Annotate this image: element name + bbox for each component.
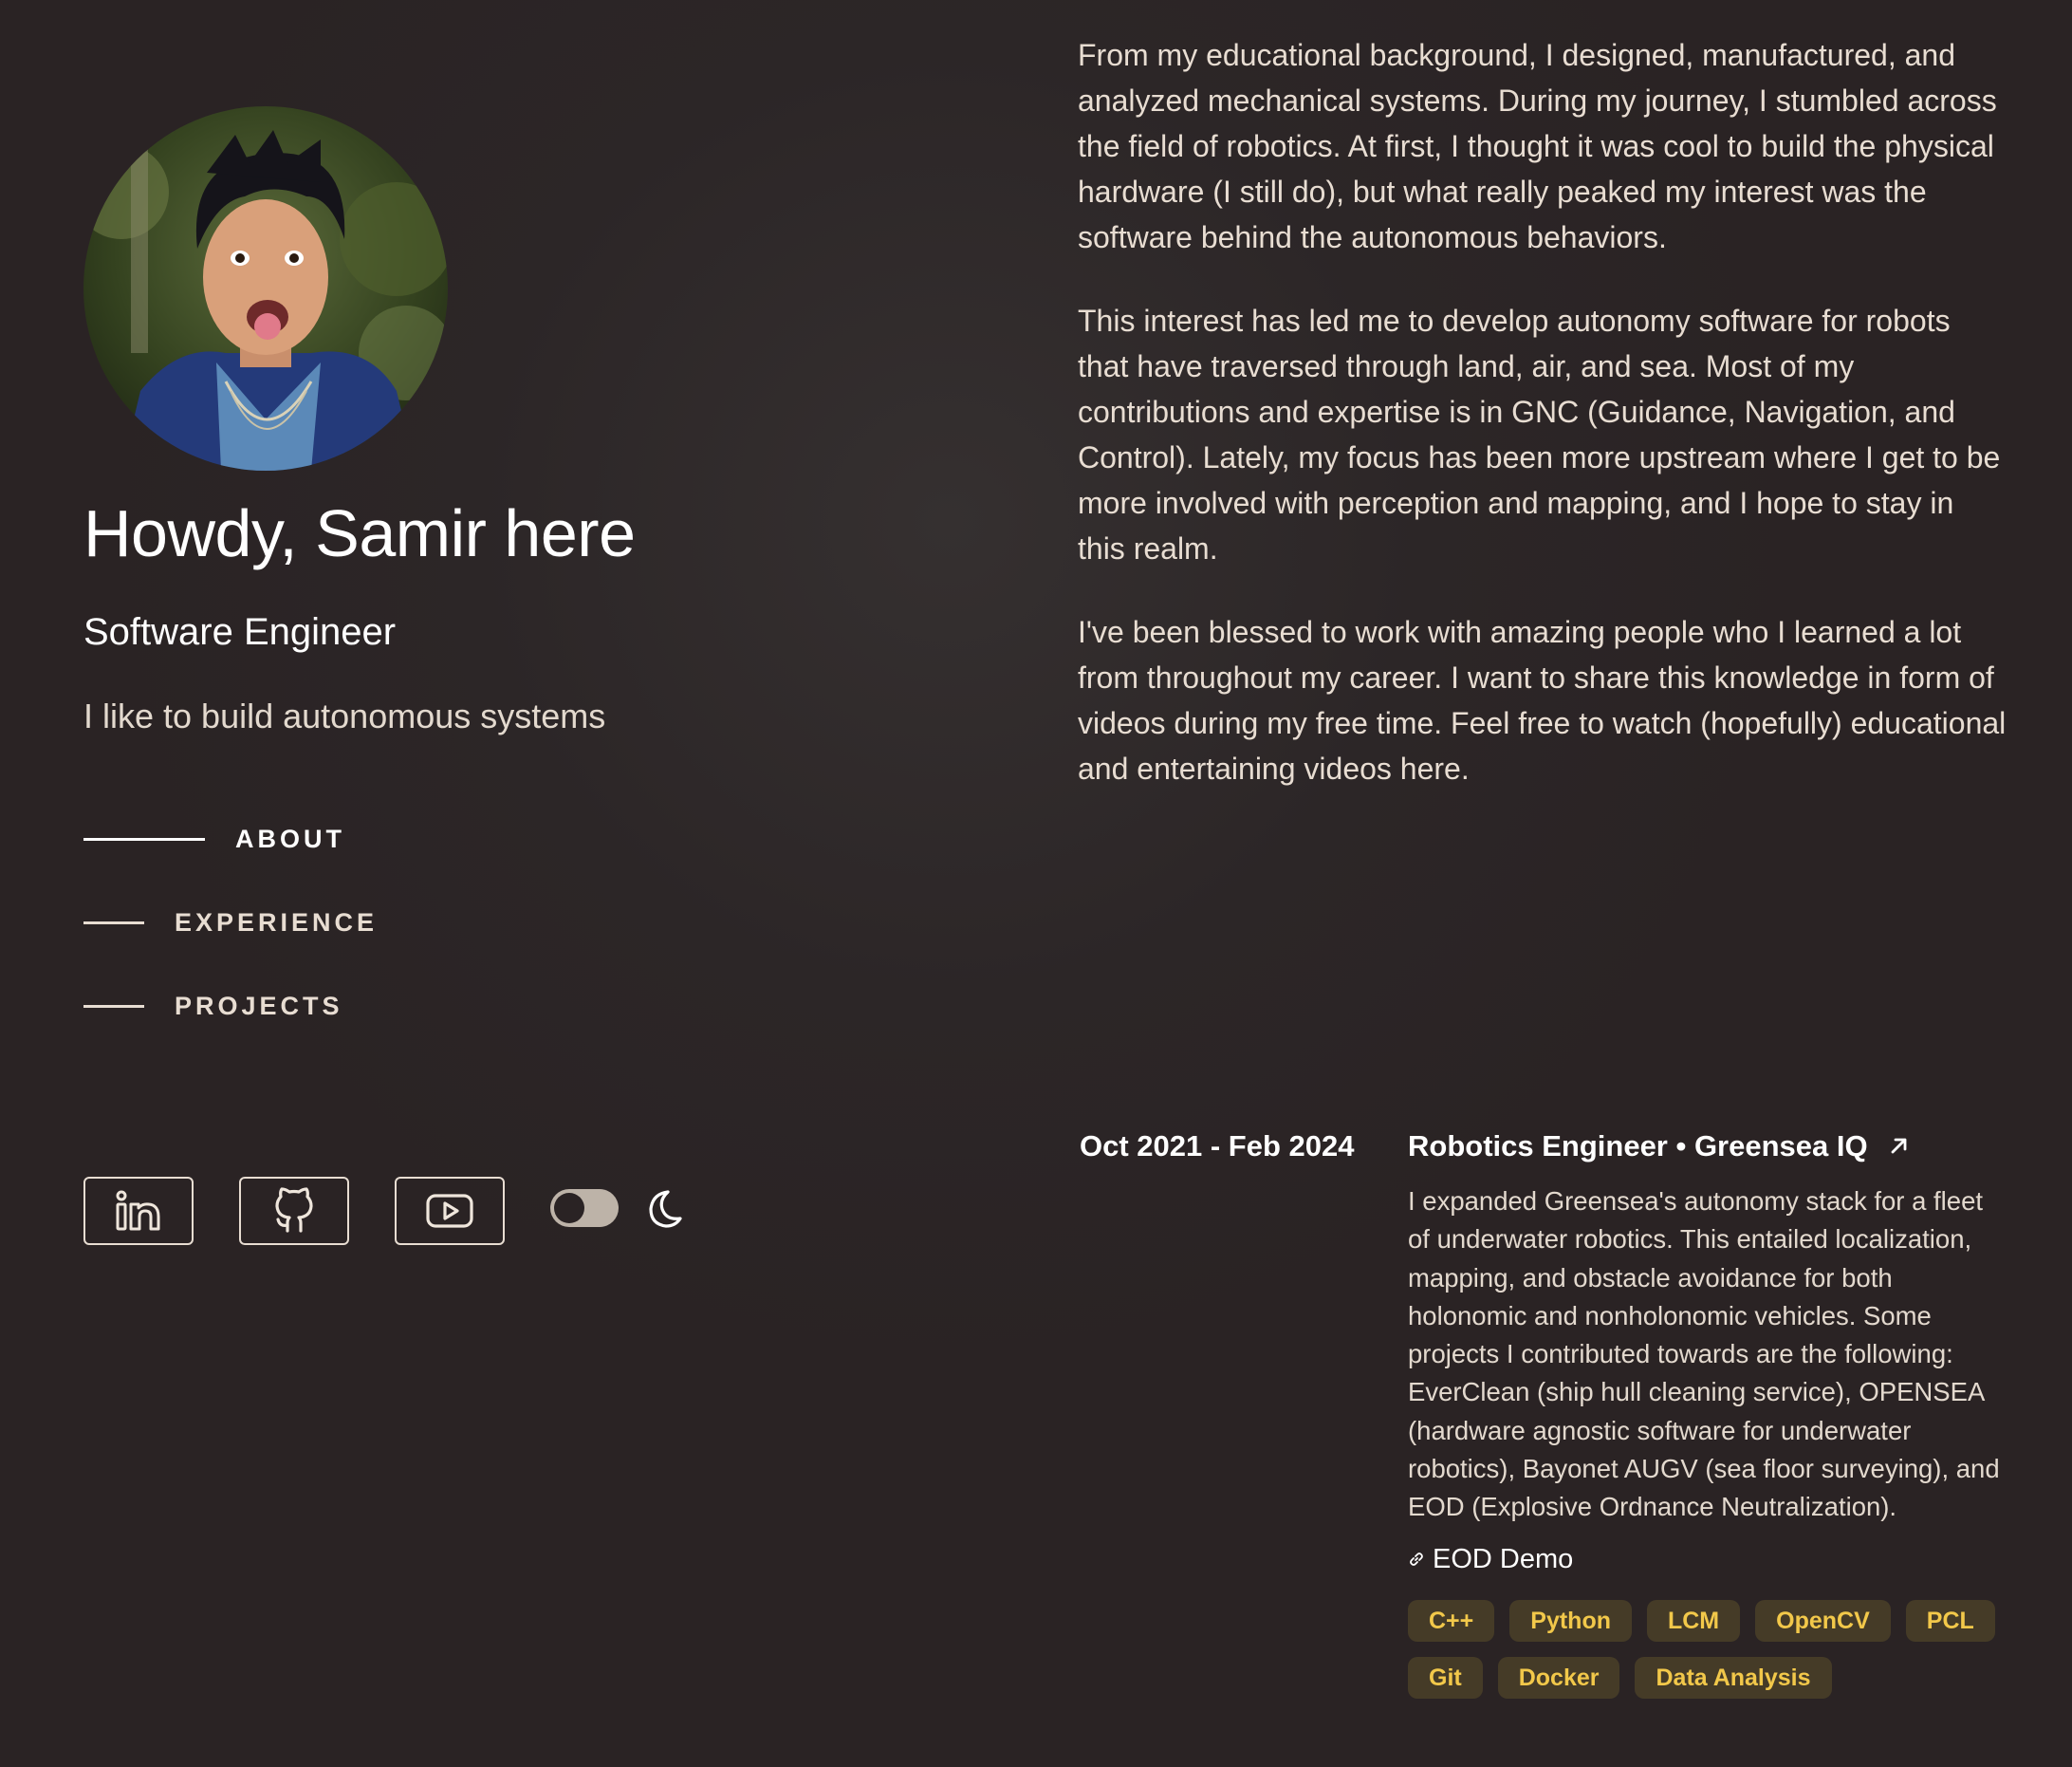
about-paragraph: From my educational background, I design… bbox=[1078, 38, 1997, 254]
github-button[interactable] bbox=[239, 1177, 349, 1245]
experience-date: Oct 2021 - Feb 2024 bbox=[1080, 1129, 1355, 1162]
avatar-photo bbox=[83, 106, 448, 471]
github-icon bbox=[275, 1187, 313, 1233]
linkedin-icon bbox=[116, 1190, 160, 1231]
nav-item-label: EXPERIENCE bbox=[175, 907, 379, 937]
eod-demo-link[interactable]: EOD Demo bbox=[1408, 1544, 2007, 1575]
about-paragraph: This interest has led me to develop auto… bbox=[1078, 304, 2001, 566]
experience-description: I expanded Greensea's autonomy stack for… bbox=[1408, 1186, 2000, 1522]
tag: Data Analysis bbox=[1635, 1656, 1832, 1699]
nav-indicator-line bbox=[83, 837, 205, 841]
experience-card[interactable]: Robotics Engineer • Greensea IQ I expand… bbox=[1408, 1129, 2007, 1714]
nav-indicator-line bbox=[83, 921, 144, 924]
nav-item-about[interactable]: ABOUT bbox=[83, 818, 345, 860]
tag: OpenCV bbox=[1755, 1599, 1891, 1642]
job-title: Software Engineer bbox=[83, 611, 397, 653]
tagline: I like to build autonomous systems bbox=[83, 697, 606, 735]
nav-item-projects[interactable]: PROJECTS bbox=[83, 985, 343, 1027]
theme-toggle[interactable] bbox=[550, 1189, 619, 1227]
linkedin-button[interactable] bbox=[83, 1177, 194, 1245]
nav-item-label: ABOUT bbox=[235, 824, 345, 853]
nav-indicator-line bbox=[83, 1004, 144, 1008]
tag: Docker bbox=[1497, 1656, 1620, 1699]
avatar bbox=[83, 106, 448, 471]
link-label: EOD Demo bbox=[1433, 1543, 1574, 1574]
experience-title: Robotics Engineer • Greensea IQ bbox=[1408, 1129, 1868, 1162]
youtube-button[interactable] bbox=[395, 1177, 505, 1245]
moon-icon bbox=[641, 1188, 683, 1235]
tag: Python bbox=[1509, 1599, 1632, 1642]
tag: LCM bbox=[1646, 1599, 1741, 1642]
toggle-knob bbox=[554, 1193, 584, 1223]
tag: C++ bbox=[1408, 1599, 1495, 1642]
external-link-arrow-icon bbox=[1889, 1129, 1910, 1163]
nav-item-label: PROJECTS bbox=[175, 991, 343, 1020]
experience-title-link[interactable]: Robotics Engineer • Greensea IQ bbox=[1408, 1129, 2007, 1163]
page-title: Howdy, Samir here bbox=[83, 496, 636, 570]
chain-link-icon bbox=[1408, 1544, 1425, 1575]
tag: Git bbox=[1408, 1656, 1483, 1699]
about-paragraph: I've been blessed to work with amazing p… bbox=[1078, 615, 2007, 786]
tech-tags: C++ Python LCM OpenCV PCL Git Docker Dat… bbox=[1408, 1599, 2015, 1714]
tag: PCL bbox=[1905, 1599, 1995, 1642]
youtube-icon bbox=[426, 1194, 473, 1228]
nav-item-experience[interactable]: EXPERIENCE bbox=[83, 902, 378, 943]
